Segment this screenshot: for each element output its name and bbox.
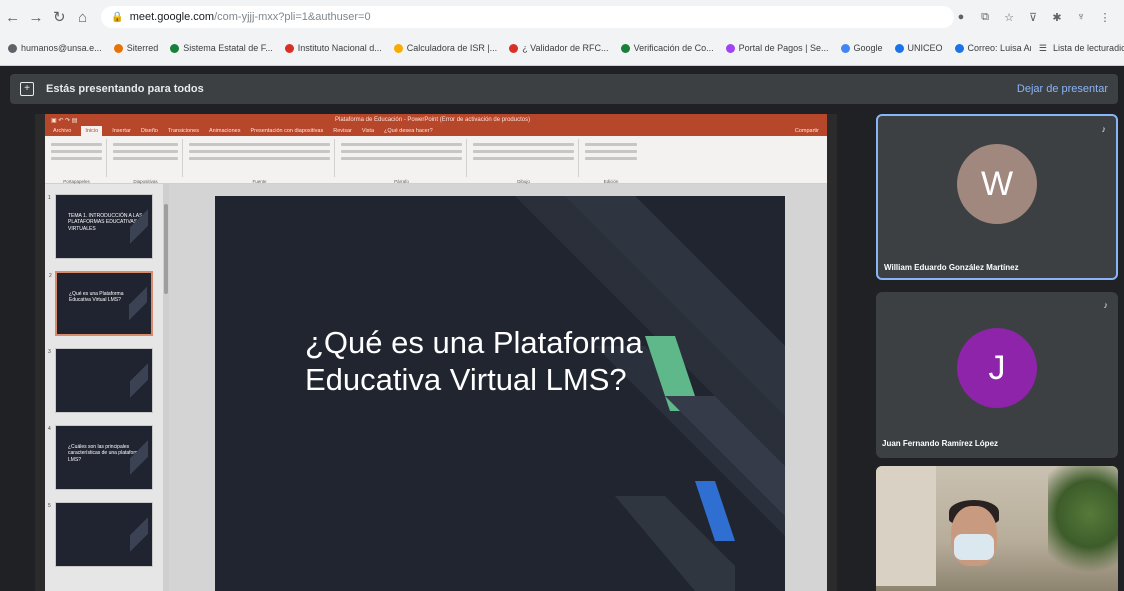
ribbon-group-paragraph: Párrafo	[337, 139, 467, 184]
bookmark-icon	[840, 43, 850, 53]
participant-tile[interactable]: ♪ J Juan Fernando Ramírez López	[876, 292, 1118, 458]
url-path: /com-yjjj-mxx?pli=1&authuser=0	[214, 11, 371, 23]
ppt-tab[interactable]: Transiciones	[168, 128, 199, 134]
avatar: J	[957, 328, 1037, 408]
slide-thumbnail-selected[interactable]: 2 ¿Qué es una Plataforma Educativa Virtu…	[49, 271, 153, 336]
present-screen-icon: +	[20, 82, 34, 96]
bookmark-icon	[620, 43, 630, 53]
slide-thumbnail[interactable]: 1 TEMA 1. INTRODUCCIÓN A LAS PLATAFORMAS…	[48, 194, 153, 259]
slide-thumbnails: 1 TEMA 1. INTRODUCCIÓN A LAS PLATAFORMAS…	[45, 184, 163, 591]
avatar: W	[957, 144, 1037, 224]
lock-icon: 🔒	[111, 11, 124, 23]
bookmark-icon	[894, 43, 904, 53]
meet-main: + Estás presentando para todos Dejar de …	[0, 66, 1124, 591]
participant-video-tile[interactable]	[876, 466, 1118, 591]
ppt-ribbon-tabs: Archivo Inicio Insertar Diseño Transicio…	[45, 126, 827, 136]
ppt-quick-access[interactable]: ▣ ↶ ↷ ▤	[51, 117, 77, 124]
back-icon[interactable]: ←	[2, 6, 23, 28]
participant-tile[interactable]: ♪ W William Eduardo González Martínez	[876, 114, 1118, 280]
ppt-share-button[interactable]: Compartir	[795, 128, 827, 134]
reload-icon[interactable]: ↻	[49, 6, 70, 28]
ribbon-group-slides: Diapositivas	[109, 139, 183, 184]
slide-thumbnail[interactable]: 5	[48, 502, 153, 567]
bookmark-icon	[284, 43, 294, 53]
ribbon-group-editing: Edición	[581, 139, 641, 184]
share-icon[interactable]: ⧉	[978, 10, 992, 24]
speaking-icon: ♪	[1101, 124, 1107, 134]
ppt-tab[interactable]: Revisar	[333, 128, 352, 134]
ppt-tab[interactable]: Archivo	[53, 128, 71, 134]
ppt-tab[interactable]: Presentación con diapositivas	[250, 128, 323, 134]
bookmark-icon	[954, 43, 964, 53]
ppt-search[interactable]: ¿Qué desea hacer?	[384, 128, 433, 134]
ppt-workspace: 1 TEMA 1. INTRODUCCIÓN A LAS PLATAFORMAS…	[45, 184, 827, 591]
star-icon[interactable]: ☆	[1002, 10, 1016, 24]
bookmark[interactable]: Calculadora de ISR |...	[393, 43, 497, 53]
bookmark[interactable]: UNICEO	[894, 43, 943, 53]
slide-thumbnail[interactable]: 4 ¿Cuáles son las principales caracterís…	[48, 425, 153, 490]
current-slide[interactable]: ¿Qué es una Plataforma Educativa Virtual…	[215, 196, 785, 591]
participant-name: William Eduardo González Martínez	[884, 263, 1019, 272]
bookmark-icon	[509, 43, 519, 53]
ribbon-group-font: Fuente	[185, 139, 335, 184]
slide-thumbnail[interactable]: 3	[48, 348, 153, 413]
camera-icon[interactable]: ●	[954, 10, 968, 24]
ppt-tab[interactable]: Vista	[362, 128, 374, 134]
bookmark[interactable]: Verificación de Co...	[620, 43, 714, 53]
ribbon-group-clipboard: Portapapeles	[47, 139, 107, 184]
menu-icon[interactable]: ⋮	[1098, 10, 1112, 24]
bookmark-icon	[725, 43, 735, 53]
address-row: ← → ↻ ⌂ 🔒 meet.google.com /com-yjjj-mxx?…	[0, 4, 1124, 30]
bookmark[interactable]: humanos@unsa.e...	[8, 43, 102, 53]
bookmark[interactable]: Google	[840, 43, 883, 53]
participant-video	[876, 466, 1118, 591]
shared-screen: ▣ ↶ ↷ ▤ Plataforma de Educación - PowerP…	[35, 114, 837, 591]
bookmarks-bar: humanos@unsa.e... Siterred Sistema Estat…	[0, 38, 1124, 58]
profile-icon[interactable]: ♆	[1074, 10, 1088, 24]
presenting-text: Estás presentando para todos	[46, 83, 204, 95]
stop-presenting-button[interactable]: Dejar de presentar	[1017, 83, 1108, 95]
slide-editor: ¿Qué es una Plataforma Educativa Virtual…	[169, 184, 827, 591]
ppt-title-bar: ▣ ↶ ↷ ▤ Plataforma de Educación - PowerP…	[45, 114, 827, 126]
puzzle-icon[interactable]: ✱	[1050, 10, 1064, 24]
reading-list-icon: ☰	[1038, 42, 1047, 53]
ppt-tab[interactable]: Insertar	[112, 128, 131, 134]
ppt-tab[interactable]: Diseño	[141, 128, 158, 134]
ppt-ribbon: Portapapeles Diapositivas Fuente Párrafo…	[45, 136, 827, 184]
ppt-tab-active[interactable]: Inicio	[81, 126, 103, 136]
filter-icon[interactable]: ⊽	[1026, 10, 1040, 24]
url-host: meet.google.com	[129, 11, 215, 23]
ribbon-group-drawing: Dibujo	[469, 139, 579, 184]
bookmark[interactable]: Siterred	[113, 43, 158, 53]
participant-name: Juan Fernando Ramírez López	[882, 439, 999, 448]
browser-chrome: ← → ↻ ⌂ 🔒 meet.google.com /com-yjjj-mxx?…	[0, 0, 1124, 66]
reading-list-button[interactable]: ☰ Lista de lectura	[1030, 38, 1114, 58]
presenting-bar: + Estás presentando para todos Dejar de …	[10, 74, 1118, 104]
bookmark-icon	[393, 43, 403, 53]
bookmark-icon	[8, 43, 17, 53]
speaking-icon: ♪	[1103, 300, 1109, 310]
extensions: ● ⧉ ☆ ⊽ ✱ ♆ ⋮	[954, 10, 1124, 24]
home-icon[interactable]: ⌂	[72, 6, 93, 28]
ppt-tab[interactable]: Animaciones	[209, 128, 241, 134]
bookmark-icon	[113, 43, 123, 53]
ppt-window-title: Plataforma de Educación - PowerPoint (Er…	[335, 117, 531, 123]
address-bar[interactable]: 🔒 meet.google.com /com-yjjj-mxx?pli=1&au…	[101, 6, 954, 28]
slide-title: ¿Qué es una Plataforma Educativa Virtual…	[305, 325, 643, 398]
bookmark[interactable]: Portal de Pagos | Se...	[725, 43, 829, 53]
bookmark[interactable]: ¿ Validador de RFC...	[509, 43, 609, 53]
forward-icon[interactable]: →	[25, 6, 46, 28]
bookmark-icon	[170, 43, 180, 53]
bookmark[interactable]: Instituto Nacional d...	[284, 43, 382, 53]
bookmark[interactable]: Sistema Estatal de F...	[170, 43, 273, 53]
